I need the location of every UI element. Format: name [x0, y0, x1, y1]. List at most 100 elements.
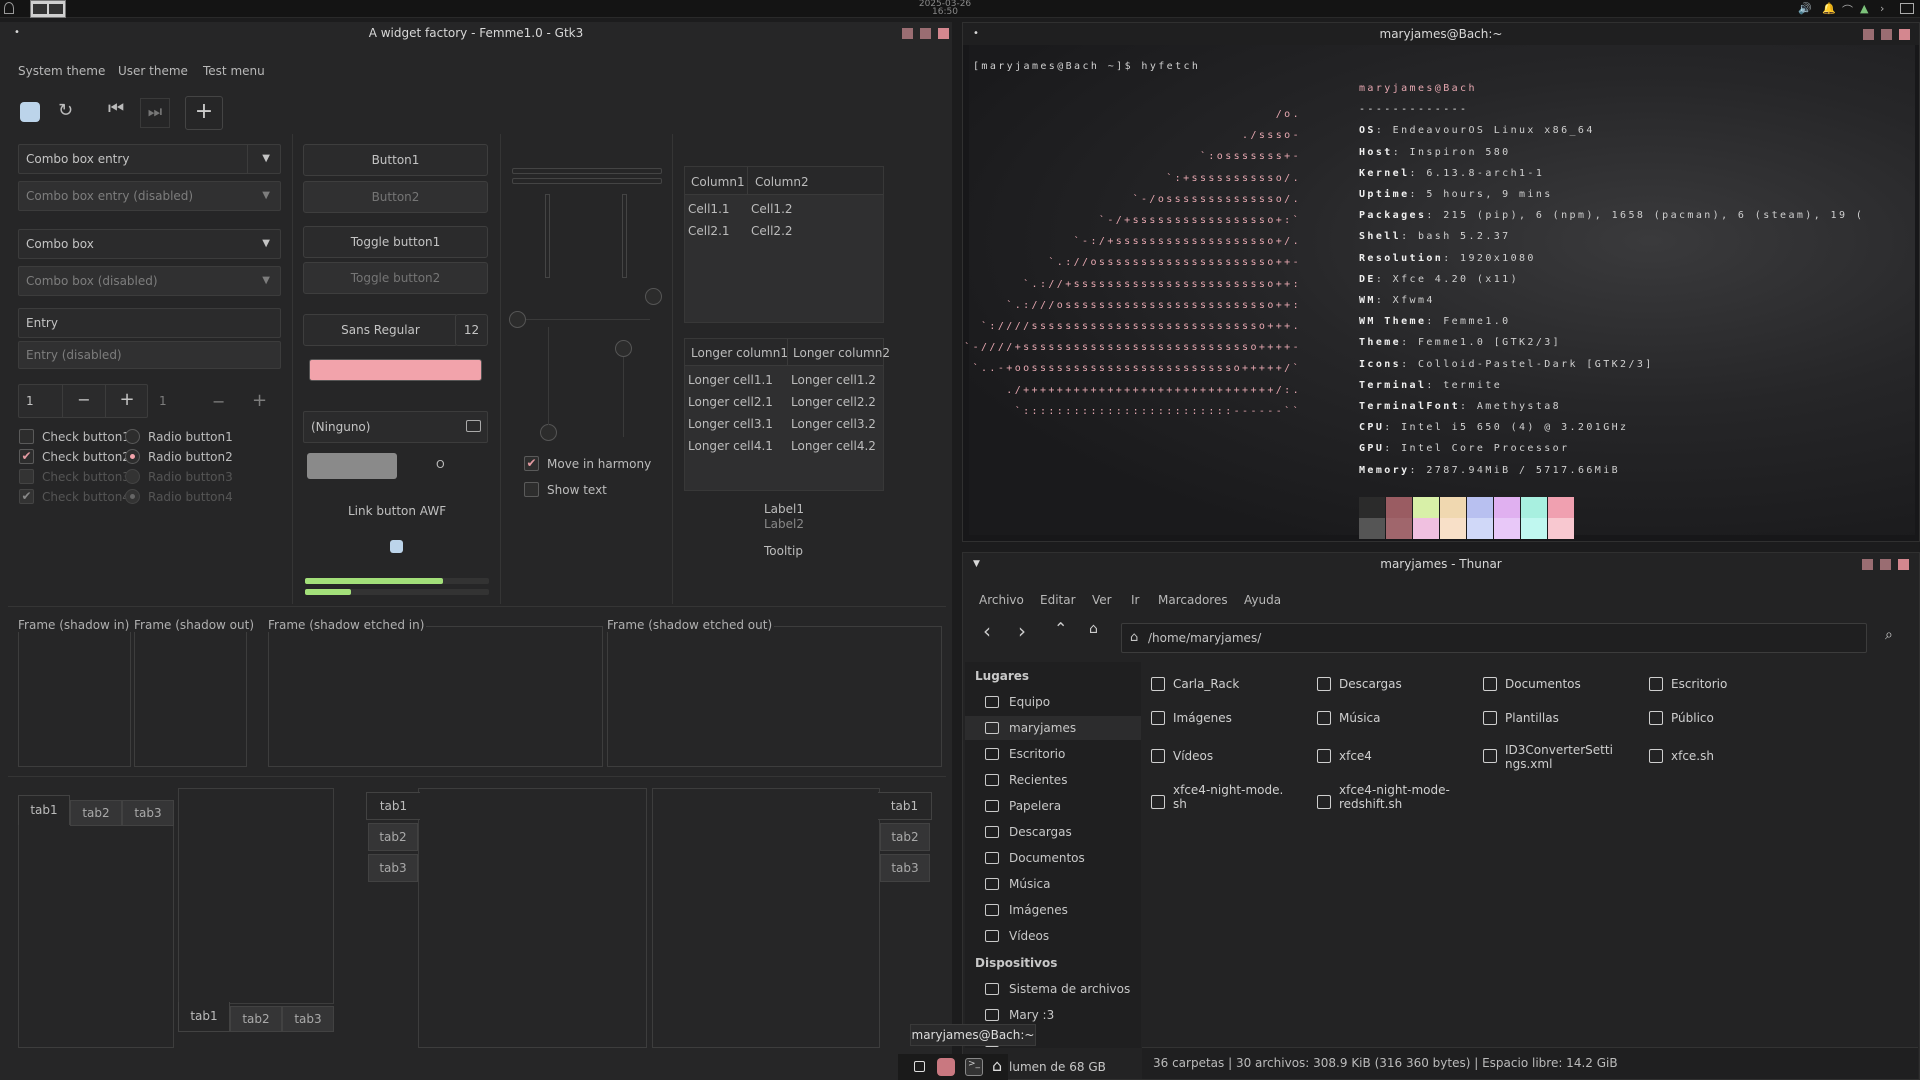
terminal-task-icon[interactable]: >_ — [965, 1058, 983, 1076]
file-item[interactable]: Imágenes — [1173, 711, 1232, 725]
close-button[interactable] — [1898, 559, 1909, 570]
cell[interactable]: Longer cell2.2 — [791, 395, 876, 409]
check-button2[interactable]: ✔ — [19, 449, 34, 464]
minimize-button[interactable] — [1863, 29, 1874, 40]
cell[interactable]: Longer cell1.1 — [688, 373, 773, 387]
file-icon[interactable] — [1151, 711, 1165, 725]
tab-tab1[interactable]: tab1 — [178, 1002, 230, 1032]
font-button[interactable]: Sans Regular — [303, 314, 458, 346]
entry[interactable]: Entry — [18, 308, 281, 338]
column-header[interactable]: Column1 — [691, 175, 745, 189]
cell[interactable]: Longer cell2.1 — [688, 395, 773, 409]
refresh-icon[interactable]: ↻ — [58, 100, 73, 121]
sidebar-item-vídeos[interactable]: Vídeos — [985, 929, 1049, 943]
file-item[interactable]: Vídeos — [1173, 749, 1213, 763]
location-bar[interactable]: ⌂ /home/maryjames/ — [1121, 623, 1867, 653]
radio-button2[interactable] — [125, 449, 140, 464]
file-item[interactable]: Plantillas — [1505, 711, 1559, 725]
check-button1[interactable] — [19, 429, 34, 444]
file-item[interactable]: Escritorio — [1671, 677, 1727, 691]
search-icon[interactable]: ⌕ — [1885, 627, 1893, 643]
window-menu-icon[interactable]: • — [973, 23, 979, 45]
sidebar-item-equipo[interactable]: Equipo — [985, 695, 1050, 709]
tab-tab2[interactable]: tab2 — [368, 823, 418, 851]
menu-system-theme[interactable]: System theme — [18, 64, 105, 78]
tab-tab3[interactable]: tab3 — [368, 854, 418, 882]
cell[interactable]: Longer cell3.2 — [791, 417, 876, 431]
tab-tab3[interactable]: tab3 — [880, 854, 930, 882]
file-item[interactable]: xfce4-night-mode-redshift.sh — [1339, 783, 1451, 811]
network-icon[interactable]: ⌒ — [1842, 2, 1853, 18]
cell[interactable]: Cell1.1 — [688, 202, 730, 216]
sidebar-device[interactable]: Sistema de archivos — [985, 982, 1130, 996]
add-button[interactable]: + — [185, 96, 223, 130]
file-item[interactable]: xfce.sh — [1671, 749, 1714, 763]
cell[interactable]: Cell2.2 — [751, 224, 793, 238]
menu-marcadores[interactable]: Marcadores — [1158, 593, 1228, 607]
combo-box[interactable]: Combo box ▼ — [18, 229, 281, 259]
radio-button1[interactable] — [125, 429, 140, 444]
update-icon[interactable]: ▲ — [1860, 2, 1868, 15]
show-desktop-icon[interactable] — [914, 1061, 925, 1072]
column-header[interactable]: Longer column2 — [793, 346, 890, 360]
clock[interactable]: 2025-03-26 16:50 — [900, 0, 990, 17]
cell[interactable]: Longer cell4.1 — [688, 439, 773, 453]
file-item[interactable]: ID3ConverterSettings.xml — [1505, 743, 1617, 771]
back-icon[interactable]: ‹ — [983, 619, 991, 643]
chevron-right-icon[interactable]: › — [1880, 2, 1884, 15]
file-icon[interactable] — [1151, 795, 1165, 809]
home-icon[interactable]: ⌂ — [1089, 621, 1098, 637]
slider-handle[interactable] — [615, 340, 632, 357]
cell[interactable]: Longer cell1.2 — [791, 373, 876, 387]
tab-tab3[interactable]: tab3 — [282, 1006, 334, 1032]
file-icon[interactable] — [1151, 749, 1165, 763]
move-in-harmony-check[interactable]: ✔ — [524, 456, 539, 471]
file-icon[interactable] — [1317, 749, 1331, 763]
menu-ver[interactable]: Ver — [1092, 593, 1112, 607]
menu-archivo[interactable]: Archivo — [979, 593, 1024, 607]
menu-user-theme[interactable]: User theme — [118, 64, 188, 78]
minimize-button[interactable] — [902, 28, 913, 39]
switch[interactable] — [307, 453, 397, 479]
plus-icon[interactable]: + — [105, 385, 148, 417]
cell[interactable]: Cell2.1 — [688, 224, 730, 238]
slider-handle[interactable] — [645, 288, 662, 305]
font-size[interactable]: 12 — [455, 314, 488, 346]
tree-view-1[interactable]: Column1 Column2 Cell1.1 Cell1.2 Cell2.1 … — [684, 166, 884, 323]
combo-box-entry[interactable]: Combo box entry ▼ — [18, 144, 281, 174]
tab-tab1[interactable]: tab1 — [366, 792, 420, 820]
menu-ir[interactable]: Ir — [1131, 593, 1139, 607]
vertical-scale[interactable] — [545, 194, 550, 278]
file-item[interactable]: Carla_Rack — [1173, 677, 1239, 691]
volume-icon[interactable]: 🔊 — [1798, 2, 1812, 15]
skip-forward-icon[interactable]: ⏭ — [140, 98, 170, 128]
slider-handle[interactable] — [540, 424, 557, 441]
close-button[interactable] — [1899, 29, 1910, 40]
menu-editar[interactable]: Editar — [1040, 593, 1076, 607]
minimize-button[interactable] — [1862, 559, 1873, 570]
sidebar-item-música[interactable]: Música — [985, 877, 1051, 891]
sidebar-item-maryjames[interactable]: maryjames — [965, 716, 1141, 740]
tab-tab3[interactable]: tab3 — [122, 800, 174, 826]
close-button[interactable] — [938, 28, 949, 39]
maximize-button[interactable] — [1881, 29, 1892, 40]
menu-ayuda[interactable]: Ayuda — [1244, 593, 1281, 607]
file-item[interactable]: Documentos — [1505, 677, 1581, 691]
column-header[interactable]: Column2 — [755, 175, 809, 189]
sidebar-item-papelera[interactable]: Papelera — [985, 799, 1061, 813]
maximize-button[interactable] — [1880, 559, 1891, 570]
file-icon[interactable] — [1317, 711, 1331, 725]
window-menu-icon[interactable]: • — [14, 22, 20, 44]
file-icon[interactable] — [1483, 711, 1497, 725]
column-header[interactable]: Longer column1 — [691, 346, 788, 360]
sidebar-device[interactable]: Mary :3 — [985, 1008, 1054, 1022]
link-button[interactable]: Link button AWF — [348, 504, 446, 518]
tree-view-2[interactable]: Longer column1 Longer column2 Longer cel… — [684, 338, 890, 491]
vertical-scale[interactable] — [622, 194, 627, 278]
slider-handle[interactable] — [509, 311, 526, 328]
file-icon[interactable] — [1317, 795, 1331, 809]
file-item[interactable]: Descargas — [1339, 677, 1402, 691]
file-icon[interactable] — [1483, 677, 1497, 691]
widget-factory-task-icon[interactable] — [937, 1058, 955, 1076]
tab-tab1[interactable]: tab1 — [878, 792, 932, 820]
